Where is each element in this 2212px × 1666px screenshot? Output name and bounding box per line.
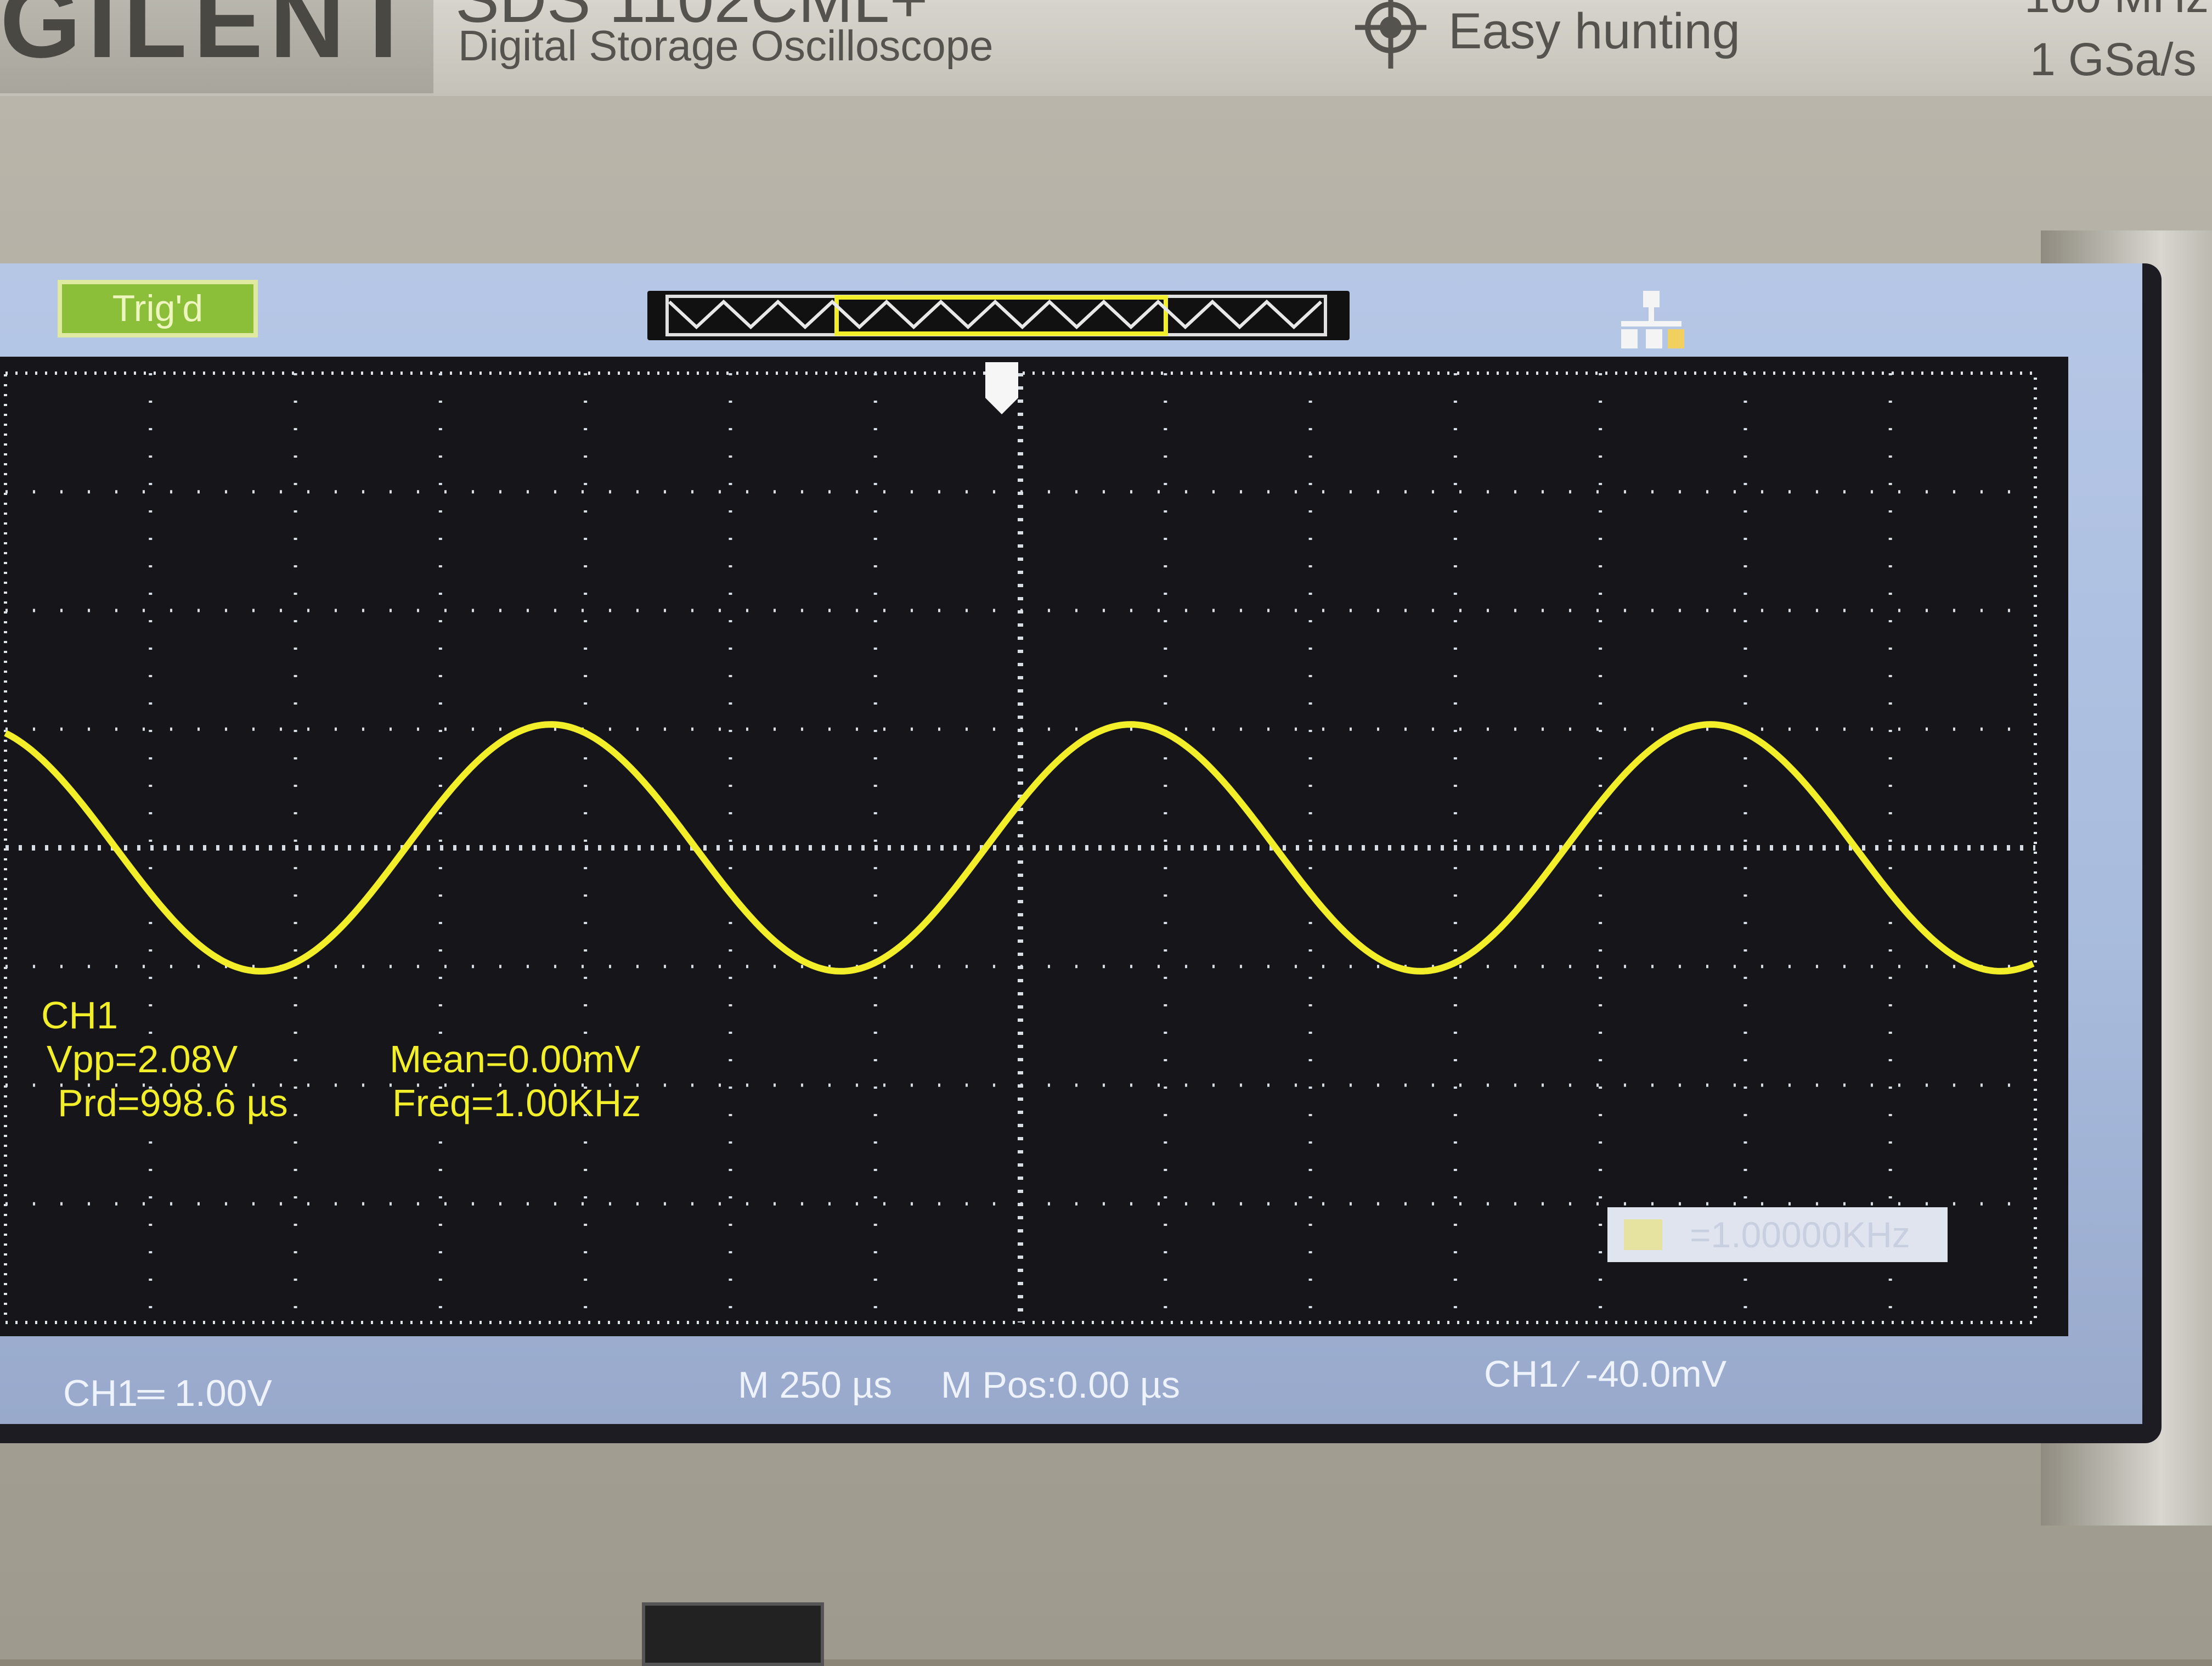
- timebase: M 250 µs: [738, 1364, 893, 1406]
- measurement-channel: CH1: [41, 994, 119, 1037]
- trigger-position-marker: [985, 362, 1018, 414]
- memory-position-bar: [647, 291, 1350, 340]
- brand-block: GILENT: [0, 0, 433, 93]
- instrument-subtitle: Digital Storage Oscilloscope: [458, 21, 994, 70]
- usb-icon: [1621, 291, 1684, 348]
- memory-position-bar-icon: [665, 295, 1327, 336]
- crosshair-icon: [1355, 0, 1426, 69]
- frequency-counter: =1.00000KHz: [1607, 1207, 1948, 1262]
- measurement-mean: Mean=0.00mV: [390, 1038, 641, 1080]
- measurement-period: Prd=998.6 µs: [58, 1082, 288, 1124]
- waveform-graticule: [0, 357, 2068, 1336]
- frequency-counter-value: =1.00000KHz: [1690, 1214, 1910, 1255]
- bandwidth-spec: 100 MHz: [2024, 0, 2209, 23]
- screen-frame: Trig'd CH1 Vpp=2.08V Prd=998.6 µs Mean=0…: [0, 263, 2142, 1424]
- waveform-canvas: [4, 372, 2037, 1324]
- easy-hunting-label: Easy hunting: [1448, 3, 1740, 59]
- usb-port: [642, 1602, 824, 1666]
- instrument-top-panel: GILENT SDS 1102CML+ Digital Storage Osci…: [0, 0, 2212, 96]
- brand-name: GILENT: [0, 0, 422, 80]
- sample-rate-spec: 1 GSa/s: [2030, 33, 2197, 85]
- horizontal-position: M Pos:0.00 µs: [941, 1364, 1181, 1406]
- trigger-status-badge: Trig'd: [58, 280, 258, 337]
- measurement-vpp: Vpp=2.08V: [47, 1038, 238, 1080]
- counter-swatch: [1624, 1219, 1662, 1250]
- trigger-level: CH1 ⁄ -40.0mV: [1484, 1353, 1727, 1395]
- channel-scale: CH1═ 1.00V: [63, 1372, 272, 1414]
- lcd-display: Trig'd CH1 Vpp=2.08V Prd=998.6 µs Mean=0…: [0, 263, 2162, 1443]
- measurement-frequency: Freq=1.00KHz: [392, 1082, 641, 1124]
